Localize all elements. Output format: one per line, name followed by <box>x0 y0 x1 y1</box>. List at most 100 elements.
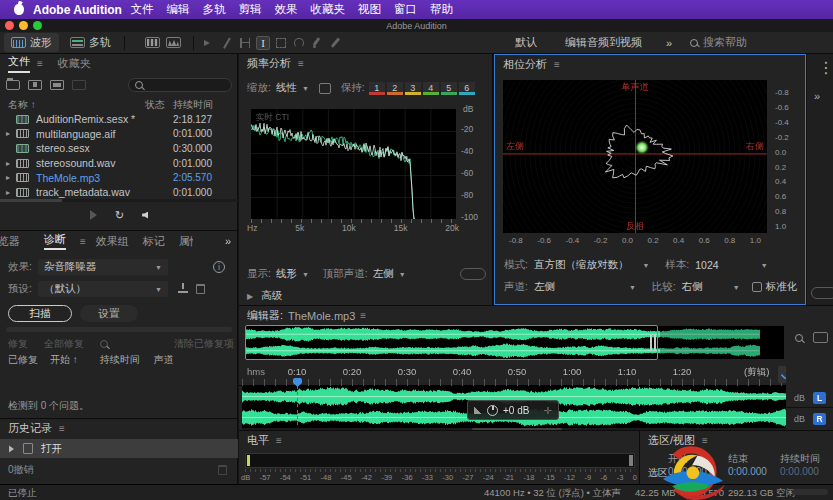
spot-healing-tool-icon[interactable] <box>328 36 342 50</box>
freq-advanced-toggle[interactable]: 高级 <box>261 289 282 303</box>
insert-multitrack-icon[interactable] <box>72 80 86 90</box>
files-col-duration[interactable]: 持续时间 <box>173 98 213 112</box>
workspace-edit-audio-video-button[interactable]: 编辑音频到视频 <box>565 35 642 50</box>
tab-markers[interactable]: 标记 <box>143 234 165 249</box>
expand-chevron[interactable]: ▸ <box>6 188 16 197</box>
files-col-status[interactable]: 状态 <box>145 98 165 112</box>
preview-play-icon[interactable] <box>90 210 97 220</box>
freq-display-dropdown[interactable]: 线形 <box>276 267 297 281</box>
hold-button-3[interactable]: 3 <box>405 82 421 95</box>
save-preset-icon[interactable] <box>178 285 188 293</box>
menu-item[interactable]: 效果 <box>268 2 304 17</box>
history-delete-icon[interactable] <box>218 465 227 475</box>
file-row[interactable]: ▸stereosound.wav0:01.000 <box>0 156 238 171</box>
phase-scroll-pill[interactable] <box>811 287 833 299</box>
tab-media-browser[interactable]: 览器 <box>0 234 20 249</box>
apple-menu-icon[interactable] <box>14 4 24 15</box>
files-search-input[interactable] <box>128 78 232 92</box>
slip-tool-icon[interactable] <box>238 36 252 50</box>
hold-button-1[interactable]: 1 <box>369 82 385 95</box>
file-row[interactable]: ▸TheMole.mp32:05.570 <box>0 170 238 185</box>
file-row[interactable]: ▸track_metadata.wav0:01.000 <box>0 185 238 200</box>
phase-channel-dropdown[interactable]: 左侧 <box>534 280 555 294</box>
spectral-display-icon[interactable] <box>145 37 160 48</box>
freq-panel-title[interactable]: 频率分析 <box>247 56 291 71</box>
loop-playback-icon[interactable]: ↻ <box>115 209 124 222</box>
menu-item[interactable]: 视图 <box>351 2 387 17</box>
expand-chevron[interactable]: ▸ <box>6 159 16 168</box>
repair-button[interactable]: 修复 <box>8 337 28 351</box>
diag-col-duration[interactable]: 持续时间 <box>100 353 140 367</box>
tab-favorites[interactable]: 收藏夹 <box>58 56 91 71</box>
freq-top-channel-dropdown[interactable]: 左侧 <box>373 267 394 281</box>
diag-panel-menu-icon[interactable]: ≡ <box>80 236 86 247</box>
phase-mode-dropdown[interactable]: 直方图（缩放对数） <box>534 258 629 272</box>
clear-repaired-button[interactable]: 清除已修复项 <box>174 337 234 351</box>
tab-properties[interactable]: 属性 <box>179 234 193 249</box>
phase-graph[interactable] <box>503 80 767 233</box>
status-zoom-bar[interactable] <box>792 489 828 495</box>
snapshot-icon[interactable] <box>319 83 331 94</box>
razor-tool-icon[interactable] <box>220 36 234 50</box>
diag-col-fixed[interactable]: 已修复 <box>8 353 38 367</box>
lasso-selection-tool-icon[interactable] <box>292 36 306 50</box>
auto-play-icon[interactable] <box>142 212 148 219</box>
spectral-pitch-icon[interactable] <box>166 37 181 48</box>
import-file-icon[interactable] <box>28 80 42 90</box>
info-icon[interactable]: i <box>213 261 225 273</box>
tab-files[interactable]: 文件 <box>8 54 30 73</box>
file-row[interactable]: stereo.sesx0:30.000 <box>0 141 238 156</box>
workspace-default-button[interactable]: 默认 <box>515 35 537 50</box>
menu-item[interactable]: 文件 <box>124 2 160 17</box>
diag-effect-dropdown[interactable]: 杂音降噪器▼ <box>38 259 168 275</box>
delete-preset-icon[interactable] <box>196 284 205 294</box>
hold-button-2[interactable]: 2 <box>387 82 403 95</box>
hold-button-5[interactable]: 5 <box>441 82 457 95</box>
menu-item[interactable]: 窗口 <box>387 2 423 17</box>
search-help-field[interactable]: 搜索帮助 <box>690 35 747 50</box>
menu-item[interactable]: 多轨 <box>196 2 232 17</box>
file-row[interactable]: ▸multilanguage.aif0:01.000 <box>0 127 238 142</box>
frequency-graph[interactable] <box>251 109 456 219</box>
phase-panel-title[interactable]: 相位分析 <box>503 57 547 72</box>
hold-button-4[interactable]: 4 <box>423 82 439 95</box>
normalize-checkbox[interactable] <box>752 282 762 292</box>
repair-all-button[interactable]: 全部修复 <box>44 337 84 351</box>
scan-button[interactable]: 扫描 <box>8 305 72 322</box>
file-row[interactable]: AuditionRemix.sesx *2:18.127 <box>0 112 238 127</box>
marquee-selection-tool-icon[interactable] <box>274 36 288 50</box>
channel-l-badge[interactable]: L <box>813 392 826 404</box>
phase-panel-menu-icon[interactable]: ≡ <box>554 59 560 70</box>
overview-selection-box[interactable] <box>245 325 658 360</box>
hold-button-6[interactable]: 6 <box>459 82 475 95</box>
editor-panel-title[interactable]: 编辑器: <box>247 308 283 323</box>
panel-expand-icon[interactable]: » <box>814 90 820 102</box>
waveform-view-button[interactable]: 波形 <box>4 33 59 52</box>
selection-duration-value[interactable]: 0:00.000 <box>780 466 819 477</box>
files-col-name[interactable]: 名称 ↑ <box>8 98 36 112</box>
expand-chevron[interactable]: ▸ <box>6 173 16 182</box>
phase-samples-dropdown[interactable]: 1024 <box>695 259 718 271</box>
levels-panel-menu-icon[interactable]: ≡ <box>276 435 282 446</box>
app-menu-title[interactable]: Adobe Audition <box>33 3 122 17</box>
history-entry-open[interactable]: 打开 <box>0 439 238 458</box>
diag-col-channel[interactable]: 声道 <box>154 353 174 367</box>
diag-preset-dropdown[interactable]: （默认）▼ <box>38 281 168 297</box>
playhead-line[interactable] <box>297 386 298 428</box>
diag-more-tabs-icon[interactable]: » <box>225 235 237 247</box>
gain-knob[interactable] <box>487 405 498 416</box>
files-panel-menu-icon[interactable]: ≡ <box>37 58 43 69</box>
open-file-icon[interactable] <box>6 80 20 90</box>
diag-search-icon[interactable] <box>100 340 108 348</box>
editor-panel-menu-icon[interactable]: ≡ <box>360 310 366 321</box>
history-panel-title[interactable]: 历史记录 <box>8 421 52 436</box>
editor-display-settings-icon[interactable] <box>813 332 828 343</box>
levels-panel-title[interactable]: 电平 <box>247 433 269 448</box>
menu-item[interactable]: 编辑 <box>160 2 196 17</box>
menu-item[interactable]: 帮助 <box>423 2 459 17</box>
channel-r-badge[interactable]: R <box>813 413 826 425</box>
editor-zoom-icon[interactable] <box>795 334 803 342</box>
diag-col-start[interactable]: 开始 ↑ <box>50 353 78 367</box>
timeline-ruler[interactable]: hms 0:100:200:300:400:501:001:101:20 (剪辑… <box>239 364 786 386</box>
settings-button[interactable]: 设置 <box>80 305 138 322</box>
